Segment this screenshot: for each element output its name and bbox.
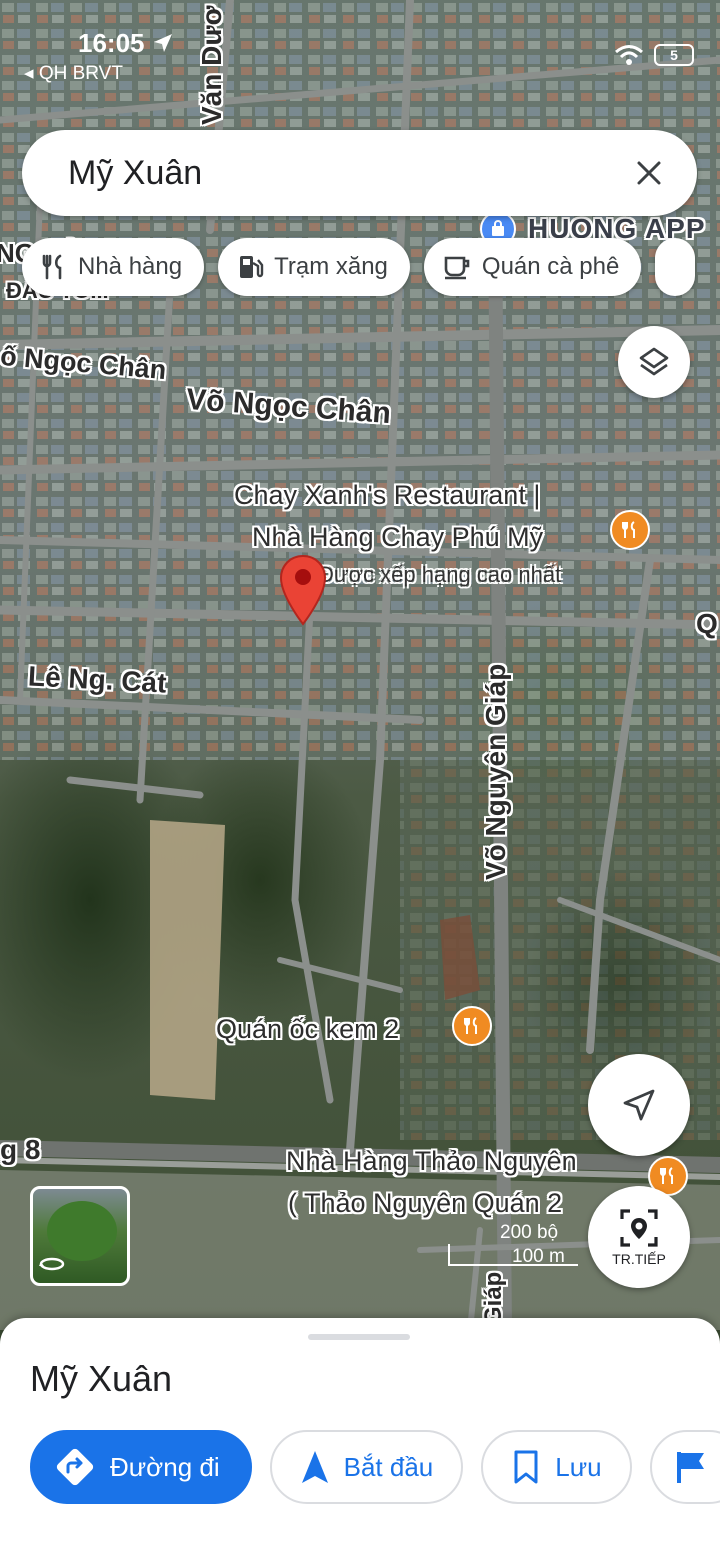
location-pin-icon[interactable] <box>278 554 328 631</box>
next-button[interactable]: TR.TIẾP <box>588 1186 690 1288</box>
place-title: Mỹ Xuân <box>30 1358 173 1399</box>
poi-quan-oc-kem[interactable]: Quán ốc kem 2 <box>216 1008 399 1050</box>
poi-chay-xanh-rating: Được xếp hạng cao nhất <box>318 562 562 587</box>
chip-restaurant-label: Nhà hàng <box>78 253 183 280</box>
bottom-sheet[interactable]: Mỹ Xuân Đường đi Bắt đầu Lưu <box>0 1318 720 1565</box>
battery-level: 5 <box>670 47 678 63</box>
location-arrow-icon <box>153 34 172 52</box>
street-label-road-8: g 8 <box>0 1134 41 1165</box>
flag-icon <box>676 1452 704 1483</box>
street-label-van-duong: Văn Dươ <box>196 5 227 125</box>
restaurant-pin-icon[interactable] <box>452 1006 492 1046</box>
status-icons: 5 <box>614 44 694 66</box>
my-location-button[interactable] <box>588 1054 690 1156</box>
battery-icon: 5 <box>654 44 694 66</box>
chip-coffee[interactable]: Quán cà phê <box>423 238 642 296</box>
chip-gas-station[interactable]: Trạm xăng <box>218 238 410 296</box>
next-button-label: TR.TIẾP <box>612 1251 666 1267</box>
directions-icon <box>56 1448 94 1486</box>
scale-imperial: 200 bộ <box>500 1222 559 1243</box>
category-chips: Nhà hàng Trạm xăng Quán cà phê <box>22 238 696 296</box>
map-scale: 200 bộ 100 m <box>448 1222 578 1268</box>
chip-gas-station-label: Trạm xăng <box>274 253 388 280</box>
search-input[interactable]: Mỹ Xuân <box>68 154 619 193</box>
layers-icon <box>639 347 669 376</box>
map-label-edge: Q <box>696 608 718 639</box>
status-time-text: 16:05 <box>78 28 145 58</box>
chip-restaurant[interactable]: Nhà hàng <box>22 238 205 296</box>
street-label-vo-nguyen-giap: Võ Nguyên Giáp <box>480 663 511 880</box>
poi-thao-nguyen-line1[interactable]: Nhà Hàng Thảo Nguyên <box>286 1140 577 1182</box>
status-time: 16:05 <box>78 28 174 59</box>
sheet-drag-handle[interactable] <box>308 1334 410 1340</box>
chip-coffee-label: Quán cà phê <box>481 253 620 280</box>
wifi-icon <box>615 45 643 65</box>
poi-chay-xanh-line2[interactable]: Nhà Hàng Chay Phú Mỹ <box>252 516 543 558</box>
street-label-vo-nguyen-giap-2: Giáp <box>480 1271 507 1325</box>
gas-station-icon <box>240 256 264 278</box>
tree-shape <box>47 1201 117 1261</box>
bookmark-icon <box>514 1450 538 1484</box>
restaurant-pin-icon[interactable] <box>610 510 650 550</box>
navigation-arrow-icon <box>623 1089 655 1121</box>
scale-bar <box>448 1244 578 1266</box>
start-navigation-icon <box>620 1209 658 1247</box>
chip-more[interactable] <box>655 238 696 296</box>
street-view-thumbnail[interactable] <box>30 1186 130 1286</box>
rotate-360-icon <box>39 1256 65 1277</box>
directions-button[interactable]: Đường đi <box>30 1430 252 1504</box>
back-to-app[interactable]: ◂ QH BRVT <box>24 62 123 85</box>
coffee-icon <box>444 256 470 280</box>
save-button[interactable]: Lưu <box>481 1430 632 1504</box>
save-label: Lưu <box>555 1451 602 1482</box>
action-buttons: Đường đi Bắt đầu Lưu <box>30 1430 720 1504</box>
start-label: Bắt đầu <box>343 1451 434 1482</box>
poi-chay-xanh-line1[interactable]: Chay Xanh's Restaurant | <box>234 474 540 516</box>
search-bar[interactable]: Mỹ Xuân <box>22 130 697 216</box>
start-button[interactable]: Bắt đầu <box>269 1430 464 1504</box>
close-icon[interactable] <box>619 143 679 203</box>
directions-label: Đường đi <box>110 1451 220 1482</box>
restaurant-icon <box>42 254 62 280</box>
poi-thao-nguyen-line2[interactable]: ( Thảo Nguyên Quán 2 <box>288 1182 562 1224</box>
layers-button[interactable] <box>618 326 690 398</box>
navigation-arrow-icon <box>301 1451 328 1483</box>
label-button[interactable] <box>649 1430 720 1504</box>
